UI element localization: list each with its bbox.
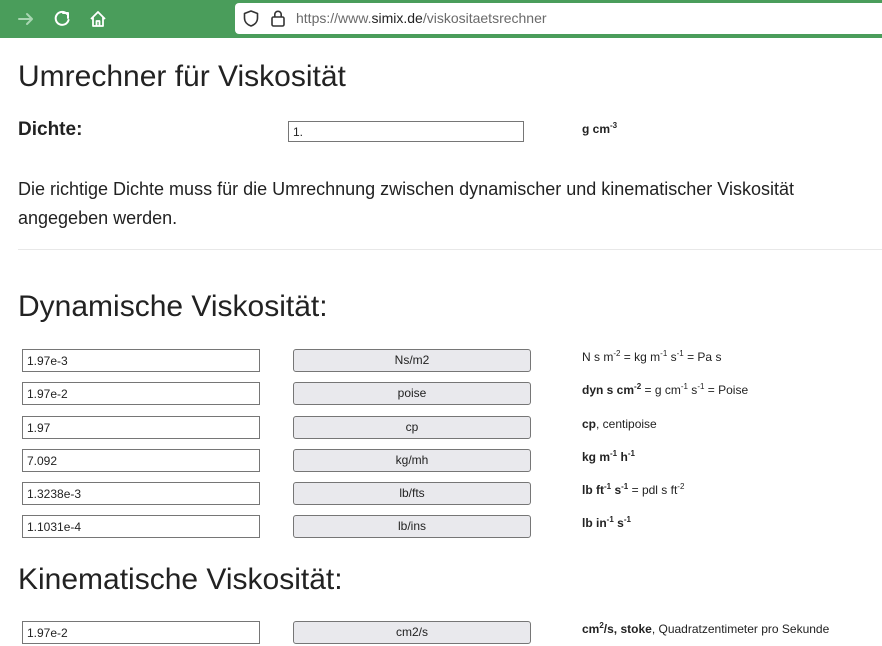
dynamic-value-input-ns-m2[interactable] — [22, 349, 260, 372]
page-title: Umrechner für Viskosität — [18, 60, 346, 93]
url-path: /viskositaetsrechner — [422, 10, 547, 26]
url-text[interactable]: https://www.simix.de/viskositaetsrechner — [296, 10, 547, 26]
dynamic-value-input-lb-fts[interactable] — [22, 482, 260, 505]
unit-button-kg-mh[interactable]: kg/mh — [293, 449, 531, 472]
unit-button-poise[interactable]: poise — [293, 382, 531, 405]
unit-button-cp[interactable]: cp — [293, 416, 531, 439]
home-icon[interactable] — [87, 8, 109, 30]
unit-description-lb-ins: lb in-1 s-1 — [582, 515, 631, 531]
dynamic-viscosity-heading: Dynamische Viskosität: — [18, 290, 328, 323]
lock-icon[interactable] — [270, 9, 286, 27]
density-label: Dichte: — [18, 119, 83, 140]
unit-button-lb-ins[interactable]: lb/ins — [293, 515, 531, 538]
forward-arrow-icon[interactable] — [15, 8, 37, 30]
dynamic-value-input-kg-mh[interactable] — [22, 449, 260, 472]
dynamic-value-input-cp[interactable] — [22, 416, 260, 439]
url-host: simix.de — [371, 10, 423, 26]
browser-toolbar: https://www.simix.de/viskositaetsrechner — [0, 0, 882, 38]
unit-button-ns-m2[interactable]: Ns/m2 — [293, 349, 531, 372]
url-prefix: https://www. — [296, 10, 372, 26]
density-input[interactable] — [288, 121, 524, 142]
unit-button-cm2-s[interactable]: cm2/s — [293, 621, 531, 644]
kinematic-value-input-cm2-s[interactable] — [22, 621, 260, 644]
unit-description-kg-mh: kg m-1 h-1 — [582, 449, 635, 465]
unit-button-lb-fts[interactable]: lb/fts — [293, 482, 531, 505]
unit-description-cm2-s: cm2/s, stoke, Quadratzentimeter pro Seku… — [582, 621, 830, 637]
reload-icon[interactable] — [51, 8, 73, 30]
address-bar[interactable]: https://www.simix.de/viskositaetsrechner — [235, 3, 882, 34]
density-unit: g cm-3 — [582, 121, 618, 137]
unit-description-cp: cp, centipoise — [582, 417, 657, 431]
kinematic-viscosity-heading: Kinematische Viskosität: — [18, 563, 343, 596]
shield-icon[interactable] — [243, 10, 259, 27]
unit-description-ns-m2: N s m-2 = kg m-1 s-1 = Pa s — [582, 349, 722, 365]
unit-description-lb-fts: lb ft-1 s-1 = pdl s ft-2 — [582, 482, 685, 498]
dynamic-value-input-lb-ins[interactable] — [22, 515, 260, 538]
density-note: Die richtige Dichte muss für die Umrechn… — [18, 179, 794, 228]
divider — [18, 249, 882, 250]
unit-description-poise: dyn s cm-2 = g cm-1 s-1 = Poise — [582, 382, 749, 398]
dynamic-value-input-poise[interactable] — [22, 382, 260, 405]
